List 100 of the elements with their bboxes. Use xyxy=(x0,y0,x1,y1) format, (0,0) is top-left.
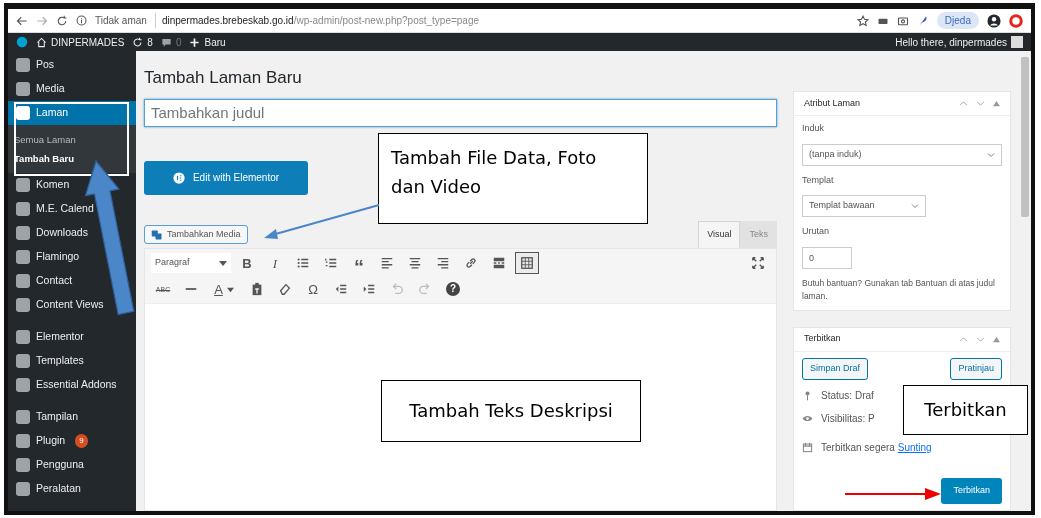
field-label: Urutan xyxy=(802,225,830,238)
save-draft-button[interactable]: Simpan Draf xyxy=(802,357,869,380)
security-label: Tidak aman xyxy=(95,14,147,28)
reload-icon[interactable] xyxy=(56,14,68,27)
menu-item[interactable]: Komen xyxy=(16,173,70,197)
avatar-square xyxy=(1011,36,1023,48)
template-dropdown[interactable]: Templat bawaan xyxy=(802,195,926,217)
square-icon xyxy=(16,274,30,288)
square-icon xyxy=(16,410,30,424)
edit-link[interactable]: Sunting xyxy=(897,441,932,453)
callout-note: Tambah File Data, Foto dan Video xyxy=(378,133,648,224)
triangle-icon[interactable] xyxy=(993,100,1000,107)
caret-icon xyxy=(219,259,227,267)
menu-item[interactable]: Pengguna xyxy=(16,453,84,477)
square-icon xyxy=(16,434,30,448)
toolbar-button[interactable]: B xyxy=(235,252,259,274)
media-icon xyxy=(151,228,163,241)
square-icon xyxy=(16,202,30,216)
menu-item[interactable]: Elementor xyxy=(16,325,84,349)
menu-item[interactable]: Pos xyxy=(16,53,55,77)
toolbar-button[interactable] xyxy=(515,252,539,274)
chevron-down-icon xyxy=(987,150,995,159)
ring-icon[interactable] xyxy=(1009,13,1023,28)
scrollbar-thumb[interactable] xyxy=(1021,57,1029,217)
new-link[interactable]: Baru xyxy=(189,34,226,50)
updates-link[interactable]: 8 xyxy=(132,34,153,50)
menu-item[interactable]: Laman xyxy=(8,101,136,125)
square-icon xyxy=(16,298,30,312)
square-icon xyxy=(16,330,30,344)
bulleted-list-icon xyxy=(296,256,310,270)
expand-icon xyxy=(751,256,765,270)
add-media-button[interactable]: Tambahkan Media xyxy=(144,225,248,244)
dashed-bar-icon xyxy=(492,256,506,270)
profile-chip[interactable]: Djeda xyxy=(936,12,979,29)
square-icon xyxy=(16,378,30,392)
count-badge: 9 xyxy=(75,434,88,448)
toolbar-button[interactable]: Ω xyxy=(301,278,325,300)
refresh-icon xyxy=(132,36,144,48)
square-icon xyxy=(16,226,30,240)
eraser-icon xyxy=(278,282,292,296)
menu-item[interactable]: Plugin 9 xyxy=(16,429,88,453)
editor-tab[interactable]: Visual xyxy=(698,220,741,248)
pin-icon xyxy=(802,389,813,401)
menu-item[interactable]: Content Views xyxy=(16,293,104,317)
schedule-text: Terbitkan segera Sunting xyxy=(821,440,932,455)
title-field[interactable]: Tambahkan judul xyxy=(144,98,777,127)
menu-item[interactable]: Contact xyxy=(16,269,73,293)
star-icon[interactable] xyxy=(856,14,869,27)
page-heading: Tambah Laman Baru xyxy=(144,67,303,89)
avatar-icon[interactable] xyxy=(987,13,1001,28)
toolbar-button[interactable]: ? xyxy=(441,278,465,300)
square-icon xyxy=(16,106,30,120)
square-icon xyxy=(16,458,30,472)
menu-item[interactable]: Tampilan xyxy=(16,405,79,429)
info-icon xyxy=(76,15,87,26)
publish-button[interactable]: Terbitkan xyxy=(941,478,1002,504)
square-icon xyxy=(16,482,30,496)
callout-note: Tambah Teks Deskripsi xyxy=(381,380,641,442)
caret-icon xyxy=(226,285,234,293)
elementor-button[interactable]: Edit with Elementor xyxy=(144,160,308,195)
status-text: Status: Draf xyxy=(821,388,874,403)
callout-note: Terbitkan xyxy=(903,385,1028,435)
plus-icon xyxy=(189,36,201,48)
home-icon xyxy=(36,36,47,48)
circle-logo-icon xyxy=(172,171,185,184)
menu-item[interactable]: M.E. Calend xyxy=(16,197,94,221)
toolbar-button[interactable]: A xyxy=(207,278,241,300)
align-center-icon xyxy=(408,256,422,270)
menu-item[interactable]: Templates xyxy=(16,349,84,373)
order-field[interactable]: 0 xyxy=(802,246,852,269)
site-link[interactable]: DINPERMADES xyxy=(36,34,125,50)
back-icon[interactable] xyxy=(16,14,28,27)
undo-icon xyxy=(390,282,404,296)
menu-item[interactable]: Flamingo xyxy=(16,245,80,269)
format-dropdown[interactable]: Paragraf xyxy=(151,253,231,273)
toolbar-button[interactable]: “ xyxy=(347,252,371,274)
square-icon xyxy=(16,178,30,192)
chevron-down-icon xyxy=(911,202,919,210)
triangle-icon[interactable] xyxy=(993,335,1000,343)
toolbar-button[interactable]: I xyxy=(263,252,287,274)
indent-icon xyxy=(362,282,376,296)
submenu-item[interactable]: Semua Laman xyxy=(8,131,136,150)
align-right-icon xyxy=(436,256,450,270)
url-text[interactable]: dinpermades.brebeskab.go.id/wp-admin/post-new.php?post_type=page xyxy=(161,15,480,26)
calendar-icon xyxy=(802,441,813,453)
field-label: Templat xyxy=(802,173,835,187)
preview-button[interactable]: Pratinjau xyxy=(950,357,1002,380)
box-title: Terbitkan xyxy=(804,332,841,346)
menu-item[interactable]: Essential Addons xyxy=(16,373,117,397)
menu-item[interactable]: Downloads xyxy=(16,221,88,245)
visibility-text: Visibilitas: P xyxy=(821,411,875,426)
menu-item[interactable]: Peralatan xyxy=(16,477,81,501)
parent-dropdown[interactable]: (tanpa induk) xyxy=(802,143,1002,166)
align-left-icon xyxy=(380,256,394,270)
camera-icon[interactable] xyxy=(896,14,909,27)
grid-icon xyxy=(520,256,534,270)
account-link[interactable]: Hello there, dinpermades xyxy=(895,34,1023,50)
logo-icon[interactable] xyxy=(16,36,28,48)
menu-item[interactable]: Media xyxy=(16,77,65,101)
square-icon xyxy=(16,354,30,368)
